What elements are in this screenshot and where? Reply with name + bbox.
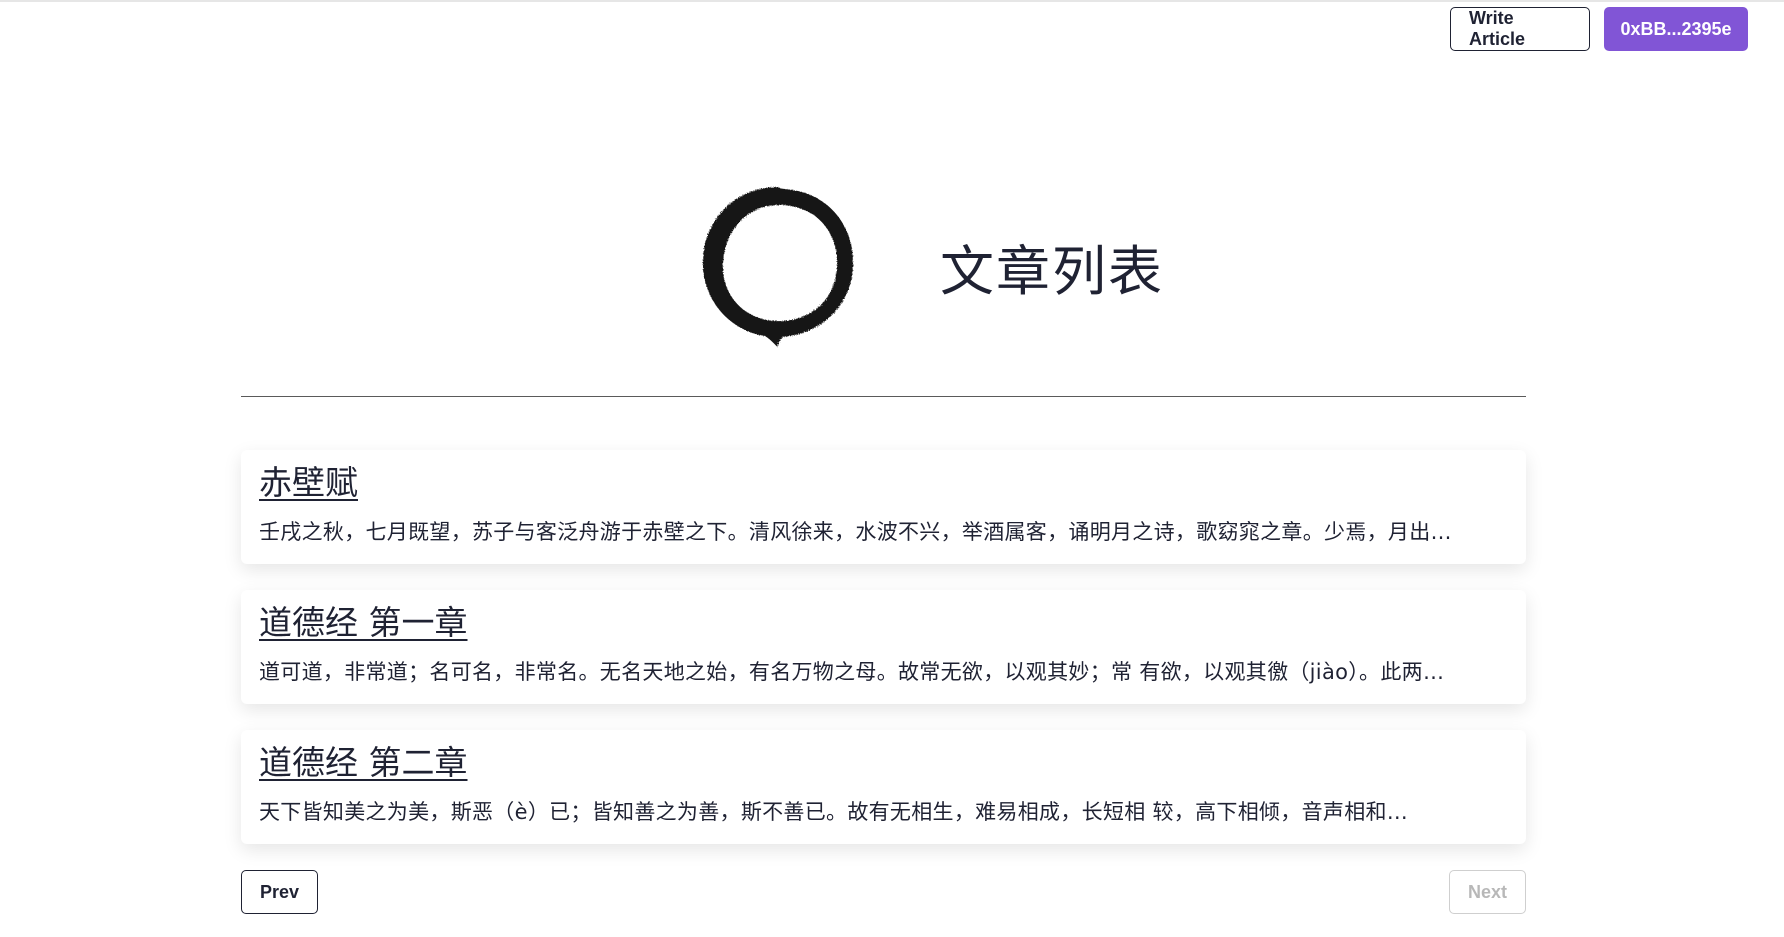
divider	[241, 396, 1526, 397]
top-border	[0, 0, 1784, 2]
article-excerpt: 壬戌之秋，七月既望，苏子与客泛舟游于赤壁之下。清风徐来，水波不兴，举酒属客，诵明…	[259, 520, 1452, 544]
article-title-link[interactable]: 道德经 第二章	[259, 742, 468, 784]
article-title-link[interactable]: 赤壁赋	[259, 462, 358, 504]
enso-circle-icon	[702, 187, 854, 347]
article-card: 赤壁赋 壬戌之秋，七月既望，苏子与客泛舟游于赤壁之下。清风徐来，水波不兴，举酒属…	[241, 450, 1526, 564]
article-excerpt: 天下皆知美之为美，斯恶（è）已；皆知善之为善，斯不善已。故有无相生，难易相成，长…	[259, 800, 1409, 824]
next-page-button[interactable]: Next	[1449, 870, 1526, 914]
wallet-address-button[interactable]: 0xBB...2395e	[1604, 7, 1748, 51]
article-title-link[interactable]: 道德经 第一章	[259, 602, 468, 644]
page-title: 文章列表	[940, 240, 1164, 303]
article-card: 道德经 第一章 道可道，非常道；名可名，非常名。无名天地之始，有名万物之母。故常…	[241, 590, 1526, 704]
hero: 文章列表	[0, 175, 1784, 355]
article-list: 赤壁赋 壬戌之秋，七月既望，苏子与客泛舟游于赤壁之下。清风徐来，水波不兴，举酒属…	[241, 450, 1526, 870]
write-article-button[interactable]: Write Article	[1450, 7, 1590, 51]
top-actions: Write Article 0xBB...2395e	[1450, 7, 1748, 51]
pagination: Prev Next	[241, 870, 1526, 914]
article-card: 道德经 第二章 天下皆知美之为美，斯恶（è）已；皆知善之为善，斯不善已。故有无相…	[241, 730, 1526, 844]
article-excerpt: 道可道，非常道；名可名，非常名。无名天地之始，有名万物之母。故常无欲，以观其妙；…	[259, 660, 1445, 684]
prev-page-button[interactable]: Prev	[241, 870, 318, 914]
